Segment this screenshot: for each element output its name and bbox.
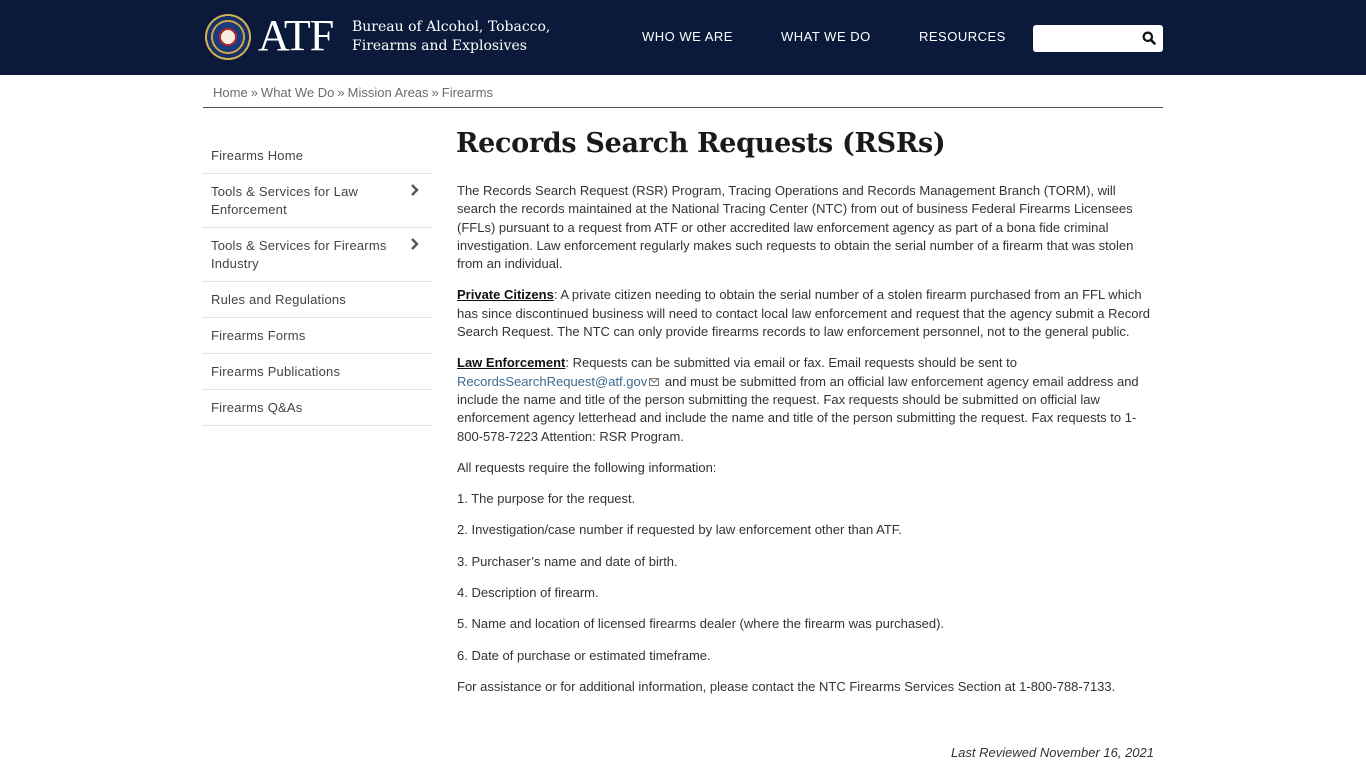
nav-what-we-do[interactable]: WHAT WE DO bbox=[781, 29, 871, 44]
nav-resources[interactable]: RESOURCES bbox=[919, 29, 1006, 44]
requirement-item: 1. The purpose for the request. bbox=[457, 491, 636, 507]
sidebar-item-firearms-qas[interactable]: Firearms Q&As bbox=[202, 390, 432, 426]
breadcrumb-mission-areas[interactable]: Mission Areas bbox=[348, 85, 429, 100]
sidebar-item-label: Firearms Home bbox=[211, 148, 304, 163]
search-box bbox=[1033, 25, 1163, 52]
requirement-item: 6. Date of purchase or estimated timefra… bbox=[457, 647, 711, 663]
sidebar-item-firearms-publications[interactable]: Firearms Publications bbox=[202, 354, 432, 390]
atf-logo-text[interactable]: ATF bbox=[258, 11, 334, 61]
sidebar-item-label: Firearms Forms bbox=[211, 328, 306, 343]
chevron-right-icon[interactable] bbox=[410, 183, 420, 197]
requirement-item: 2. Investigation/case number if requeste… bbox=[457, 522, 902, 538]
nav-who-we-are[interactable]: WHO WE ARE bbox=[642, 29, 733, 44]
private-citizens-paragraph: Private Citizens: A private citizen need… bbox=[457, 286, 1157, 341]
assistance-paragraph: For assistance or for additional informa… bbox=[457, 678, 1116, 694]
law-enforcement-text-before: : Requests can be submitted via email or… bbox=[565, 355, 1017, 371]
last-reviewed: Last Reviewed November 16, 2021 bbox=[950, 745, 1154, 760]
sidebar-item-tools-firearms-industry[interactable]: Tools & Services for Firearms Industry bbox=[202, 228, 432, 282]
requirement-item: 4. Description of firearm. bbox=[457, 585, 599, 601]
law-enforcement-heading: Law Enforcement bbox=[457, 355, 566, 371]
breadcrumb-separator: » bbox=[431, 85, 439, 100]
sidebar-item-firearms-forms[interactable]: Firearms Forms bbox=[202, 318, 432, 354]
sidebar-item-label: Rules and Regulations bbox=[211, 292, 347, 307]
atf-seal-logo[interactable] bbox=[205, 14, 251, 60]
breadcrumb: Home» What We Do» Mission Areas» Firearms bbox=[213, 85, 493, 100]
sidebar-item-tools-law-enforcement[interactable]: Tools & Services for Law Enforcement bbox=[202, 174, 432, 228]
sidebar-nav: Firearms Home Tools & Services for Law E… bbox=[202, 138, 432, 426]
sidebar-item-label: Tools & Services for Law Enforcement bbox=[211, 184, 359, 217]
intro-paragraph: The Records Search Request (RSR) Program… bbox=[457, 183, 1134, 272]
sidebar-item-label: Firearms Publications bbox=[211, 364, 341, 379]
private-citizens-text: : A private citizen needing to obtain th… bbox=[457, 287, 1151, 340]
breadcrumb-home[interactable]: Home bbox=[213, 85, 248, 100]
breadcrumb-separator: » bbox=[337, 85, 345, 100]
search-input[interactable] bbox=[1039, 29, 1135, 48]
sidebar-item-label: Tools & Services for Firearms Industry bbox=[211, 238, 387, 271]
breadcrumb-firearms[interactable]: Firearms bbox=[442, 85, 493, 100]
sidebar-item-rules-regulations[interactable]: Rules and Regulations bbox=[202, 282, 432, 318]
agency-name-line1: Bureau of Alcohol, Tobacco, bbox=[352, 19, 551, 35]
email-link[interactable]: RecordsSearchRequest@atf.gov bbox=[457, 374, 647, 389]
private-citizens-heading: Private Citizens bbox=[457, 287, 554, 303]
sidebar-item-firearms-home[interactable]: Firearms Home bbox=[202, 138, 432, 174]
requirement-item: 3. Purchaser’s name and date of birth. bbox=[457, 553, 678, 569]
mail-icon bbox=[649, 377, 660, 386]
sidebar-item-label: Firearms Q&As bbox=[211, 400, 303, 415]
chevron-right-icon[interactable] bbox=[410, 237, 420, 251]
breadcrumb-what-we-do[interactable]: What We Do bbox=[261, 85, 334, 100]
site-header: ATF Bureau of Alcohol, Tobacco, Firearms… bbox=[0, 0, 1366, 75]
breadcrumb-separator: » bbox=[250, 85, 258, 100]
breadcrumb-divider bbox=[203, 107, 1163, 108]
agency-name[interactable]: Bureau of Alcohol, Tobacco, Firearms and… bbox=[352, 18, 552, 56]
main-content: The Records Search Request (RSR) Program… bbox=[457, 182, 1157, 709]
law-enforcement-paragraph: Law Enforcement: Requests can be submitt… bbox=[457, 354, 1157, 445]
agency-name-line2: Firearms and Explosives bbox=[352, 38, 527, 54]
requirements-intro: All requests require the following infor… bbox=[457, 459, 717, 475]
page-title: Records Search Requests (RSRs) bbox=[456, 128, 946, 159]
search-icon[interactable] bbox=[1142, 31, 1156, 45]
requirement-item: 5. Name and location of licensed firearm… bbox=[457, 616, 945, 632]
